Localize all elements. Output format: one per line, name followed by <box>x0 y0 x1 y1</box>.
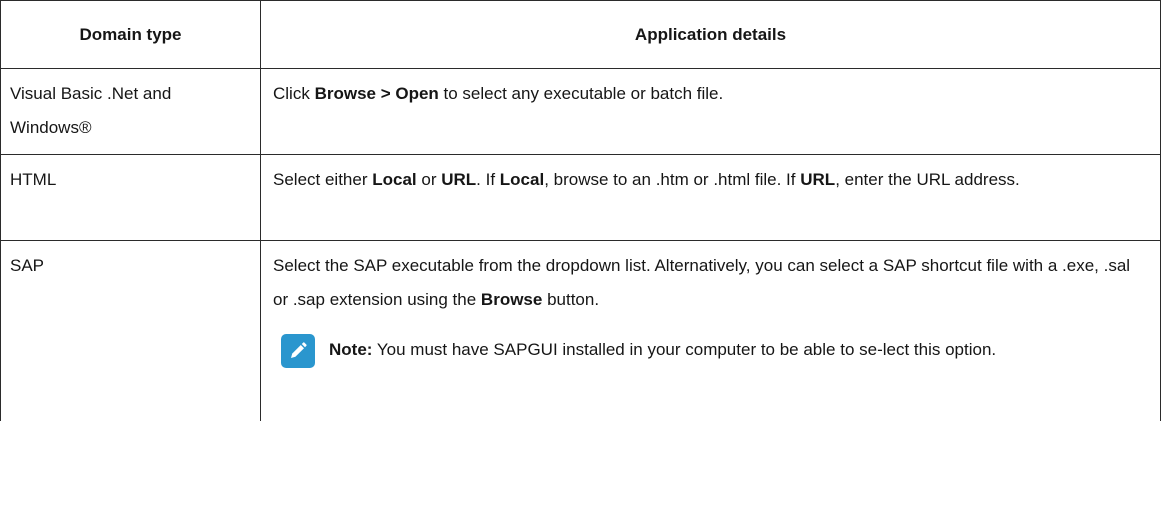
application-details-cell: Select either Local or URL. If Local, br… <box>260 154 1161 241</box>
detail-text: Click <box>273 84 315 103</box>
note-text: Note: You must have SAPGUI installed in … <box>329 333 1148 367</box>
detail-text: . If <box>476 170 500 189</box>
domain-application-table: Domain type Application details Visual B… <box>0 0 1161 421</box>
detail-text: , enter the URL address. <box>835 170 1020 189</box>
table-row: Visual Basic .Net and Windows® Click Bro… <box>0 68 1161 155</box>
detail-text: to select any executable or batch file. <box>438 84 724 103</box>
header-application-details: Application details <box>260 0 1161 69</box>
application-details-cell: Select the SAP executable from the dropd… <box>260 240 1161 421</box>
note-callout: Note: You must have SAPGUI installed in … <box>273 333 1148 368</box>
pencil-note-icon <box>281 334 315 368</box>
table-header-row: Domain type Application details <box>0 0 1161 69</box>
domain-type-cell: HTML <box>0 154 261 241</box>
detail-bold-ui-label: Local <box>499 170 545 189</box>
detail-bold-ui-label: Browse <box>480 290 543 309</box>
detail-text: button. <box>542 290 600 309</box>
table-row: SAP Select the SAP executable from the d… <box>0 240 1161 421</box>
note-body: You must have SAPGUI installed in your c… <box>372 340 997 359</box>
table-row: HTML Select either Local or URL. If Loca… <box>0 154 1161 241</box>
detail-text: Select either <box>273 170 373 189</box>
detail-bold-ui-label: URL <box>441 170 477 189</box>
detail-text: or <box>416 170 442 189</box>
note-label: Note: <box>329 340 373 359</box>
application-details-cell: Click Browse > Open to select any execut… <box>260 68 1161 155</box>
detail-paragraph: Select the SAP executable from the dropd… <box>273 249 1148 317</box>
header-domain-type: Domain type <box>0 0 261 69</box>
domain-type-cell: Visual Basic .Net and Windows® <box>0 68 261 155</box>
detail-bold-ui-label: URL <box>800 170 836 189</box>
detail-bold-ui-label: Local <box>372 170 417 189</box>
detail-text: , browse to an .htm or .html file. If <box>544 170 801 189</box>
detail-bold-ui-label: Browse > Open <box>314 84 439 103</box>
detail-text: Select the SAP executable from the dropd… <box>273 256 1131 309</box>
domain-type-cell: SAP <box>0 240 261 421</box>
